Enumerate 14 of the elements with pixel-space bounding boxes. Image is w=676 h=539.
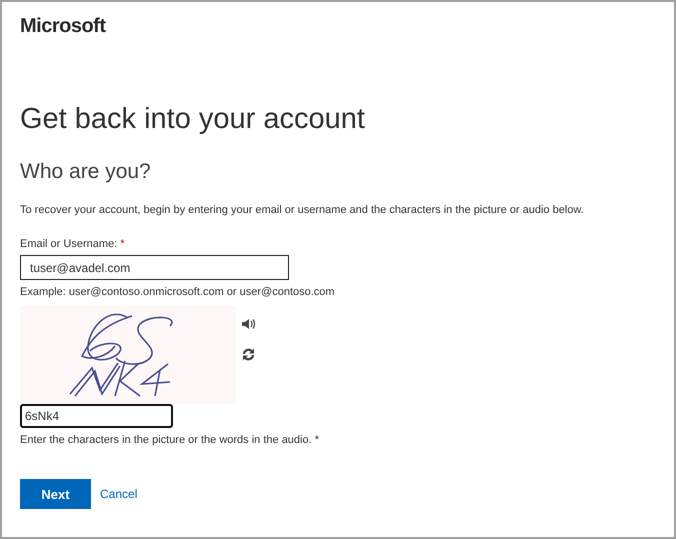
email-input-field[interactable]: tuser@avadel.com	[20, 255, 289, 280]
required-mark: *	[120, 237, 124, 251]
captcha-hint-text: Enter the characters in the picture or the words in the audio. *	[20, 433, 320, 447]
email-example-text: Example: user@contoso.onmicrosoft.com or user@contoso.com	[20, 285, 336, 299]
brand-logo: Microsoft	[20, 14, 107, 38]
cancel-link[interactable]: Cancel	[100, 487, 138, 501]
field-label: Email or Username:	[20, 237, 118, 251]
captcha-input-field[interactable]: 6sNk4	[20, 404, 173, 428]
page-title: Get back into your account	[20, 102, 366, 137]
refresh-icon[interactable]	[242, 348, 255, 361]
page-subtitle: Who are you?	[20, 159, 152, 185]
instructions-text: To recover your account, begin by entering your email or username and the characters in the picture or audio below.	[20, 203, 585, 217]
next-button[interactable]: Next	[20, 479, 91, 509]
speaker-icon[interactable]	[242, 318, 256, 330]
